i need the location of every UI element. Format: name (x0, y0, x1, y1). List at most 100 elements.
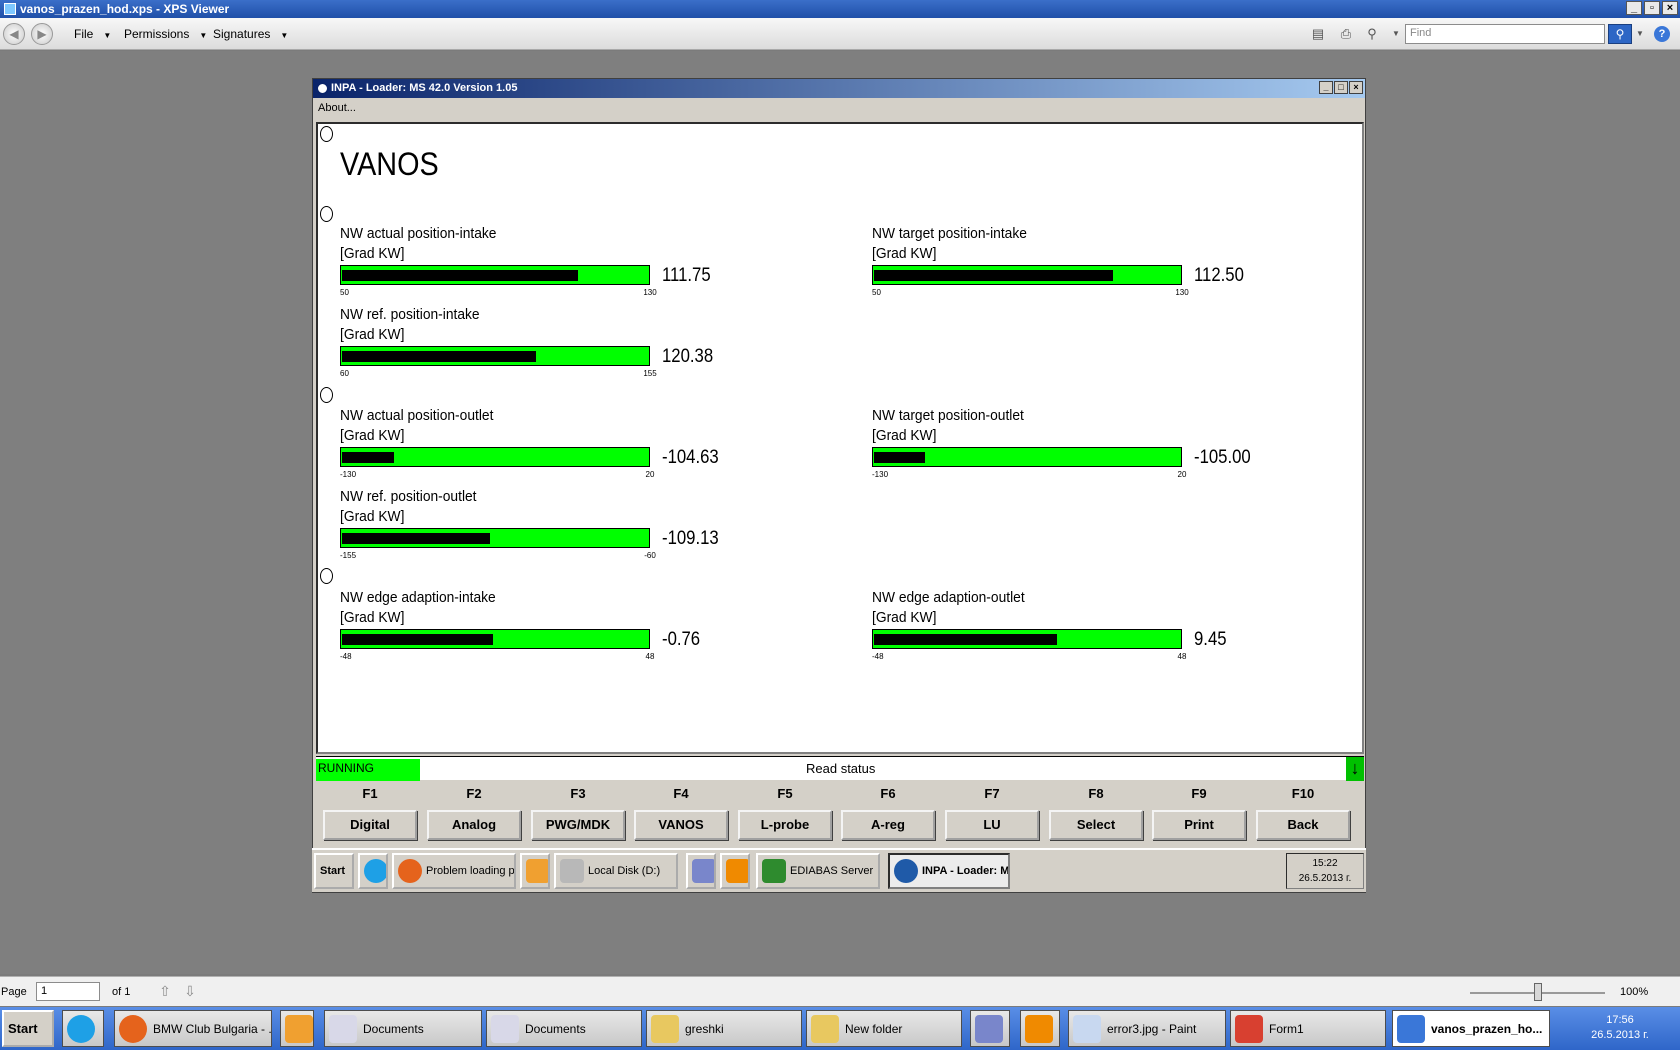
select-button[interactable]: Select (1049, 810, 1143, 840)
zoom-level: 100% (1620, 986, 1649, 998)
fkey-f1: F1 Digital (323, 782, 417, 840)
fkey-label: F5 (777, 786, 793, 801)
gauge-target-intake: NW target position-intake [Grad KW] 50 1… (872, 224, 1272, 314)
gauge-min: -48 (340, 652, 352, 661)
inner-task-ediabas[interactable]: EDIABAS Server (756, 853, 880, 889)
close-button[interactable]: × (1662, 1, 1678, 15)
skype-icon[interactable] (358, 853, 388, 889)
media-icon[interactable] (280, 1010, 314, 1047)
clock: 17:56 26.5.2013 г. (1591, 1014, 1649, 1041)
bowtie-icon[interactable] (970, 1010, 1010, 1047)
section-marker (320, 126, 333, 142)
print-icon[interactable]: ⎙ (1338, 26, 1354, 42)
gauge-label: NW actual position-outlet (340, 407, 494, 424)
forward-icon[interactable]: ▶ (31, 23, 53, 45)
vanos-panel: VANOS NW actual position-intake [Grad KW… (316, 122, 1364, 754)
gauge-max: 48 (1177, 652, 1187, 661)
menu-about[interactable]: About... (318, 102, 356, 114)
digital-button[interactable]: Digital (323, 810, 417, 840)
inner-task-inpa[interactable]: INPA - Loader: MS ... (888, 853, 1010, 889)
ediabas-icon (762, 859, 786, 883)
gauge-fill (874, 452, 925, 463)
bowtie-icon[interactable] (686, 853, 716, 889)
gauge-bar (340, 528, 650, 548)
outline-icon[interactable]: ▤ (1310, 26, 1326, 42)
gauge-bar (872, 265, 1182, 285)
task-form1[interactable]: Form1 (1230, 1010, 1386, 1047)
maximize-button[interactable]: ▫ (1644, 1, 1660, 15)
minimize-button[interactable]: _ (1626, 1, 1642, 15)
inpa-minimize-button[interactable]: _ (1319, 81, 1333, 94)
inner-task-localdisk[interactable]: Local Disk (D:) (554, 853, 678, 889)
start-button[interactable]: Start (2, 1010, 54, 1047)
fkey-f7: F7 LU (945, 782, 1039, 840)
inpa-window: INPA - Loader: MS 42.0 Version 1.05 _ □ … (312, 78, 1366, 893)
skype-icon[interactable] (62, 1010, 104, 1047)
zoom-icon[interactable]: ⚲ (1364, 26, 1380, 42)
gauge-edge-intake: NW edge adaption-intake [Grad KW] -48 48… (340, 588, 740, 678)
gauge-max: 48 (645, 652, 655, 661)
fkey-f3: F3 PWG/MDK (531, 782, 625, 840)
gauge-edge-outlet: NW edge adaption-outlet [Grad KW] -48 48… (872, 588, 1272, 678)
search-icon[interactable]: ⚲ (1608, 24, 1632, 44)
gauge-value: 120.38 (662, 346, 714, 367)
task-paint[interactable]: error3.jpg - Paint (1068, 1010, 1226, 1047)
task-documents-1[interactable]: Documents (324, 1010, 482, 1047)
bmw-icon (894, 859, 918, 883)
task-greshki[interactable]: greshki (646, 1010, 802, 1047)
paint-icon (1073, 1014, 1101, 1043)
media-icon[interactable] (520, 853, 550, 889)
gauge-fill (874, 270, 1113, 281)
gauge-bar (340, 265, 650, 285)
help-icon[interactable]: ? (1654, 26, 1670, 42)
a-reg-button[interactable]: A-reg (841, 810, 935, 840)
vlc-icon[interactable] (720, 853, 750, 889)
find-input[interactable]: Find (1405, 24, 1605, 44)
gauge-fill (342, 634, 493, 645)
task-firefox[interactable]: BMW Club Bulgaria - ... (114, 1010, 272, 1047)
gauge-min: -130 (872, 470, 889, 479)
inpa-maximize-button[interactable]: □ (1334, 81, 1348, 94)
drive-icon (560, 859, 584, 883)
menu-signatures[interactable]: Signatures ▼ (213, 27, 288, 41)
pwg-mdk-button[interactable]: PWG/MDK (531, 810, 625, 840)
inpa-close-button[interactable]: × (1349, 81, 1363, 94)
menu-permissions[interactable]: Permissions ▼ (124, 27, 207, 41)
fkey-f5: F5 L-probe (738, 782, 832, 840)
xps-title-bar: vanos_prazen_hod.xps - XPS Viewer _ ▫ × (0, 0, 1680, 18)
page-input[interactable]: 1 (36, 982, 100, 1001)
analog-button[interactable]: Analog (427, 810, 521, 840)
zoom-slider-thumb[interactable] (1534, 983, 1542, 1001)
find-options-icon[interactable]: ▼ (1632, 26, 1648, 42)
task-xps-viewer[interactable]: vanos_prazen_ho... (1392, 1010, 1550, 1047)
gauge-bar (872, 447, 1182, 467)
l-probe-button[interactable]: L-probe (738, 810, 832, 840)
fkey-f4: F4 VANOS (634, 782, 728, 840)
gauge-label: NW edge adaption-outlet (872, 589, 1025, 606)
zoom-dropdown-icon[interactable]: ▼ (1388, 26, 1404, 42)
vlc-icon[interactable] (1020, 1010, 1060, 1047)
inner-start-button[interactable]: Start (314, 853, 354, 889)
page-count: of 1 (112, 986, 131, 998)
gauge-max: 20 (1177, 470, 1187, 479)
xps-window-title: vanos_prazen_hod.xps - XPS Viewer (20, 2, 230, 16)
print-button[interactable]: Print (1152, 810, 1246, 840)
page-up-icon[interactable]: ⇧ (156, 983, 174, 1001)
gauge-unit: [Grad KW] (340, 508, 405, 525)
inner-task-firefox[interactable]: Problem loading page... (392, 853, 516, 889)
lu-button[interactable]: LU (945, 810, 1039, 840)
gauge-value: 112.50 (1194, 265, 1244, 286)
firefox-icon (119, 1014, 147, 1043)
page-down-icon[interactable]: ⇩ (181, 983, 199, 1001)
gauge-value: 9.45 (1194, 629, 1227, 650)
gauge-fill (342, 452, 394, 463)
back-icon[interactable]: ◀ (3, 23, 25, 45)
vanos-button[interactable]: VANOS (634, 810, 728, 840)
back-button[interactable]: Back (1256, 810, 1350, 840)
task-documents-2[interactable]: Documents (486, 1010, 642, 1047)
task-new-folder[interactable]: New folder (806, 1010, 962, 1047)
gauge-fill (342, 533, 490, 544)
menu-file[interactable]: File ▼ (74, 27, 111, 41)
xps-status-bar: Page 1 of 1 ⇧ ⇩ 100% (0, 976, 1680, 1006)
arrow-down-icon[interactable]: ↓ (1346, 757, 1364, 781)
